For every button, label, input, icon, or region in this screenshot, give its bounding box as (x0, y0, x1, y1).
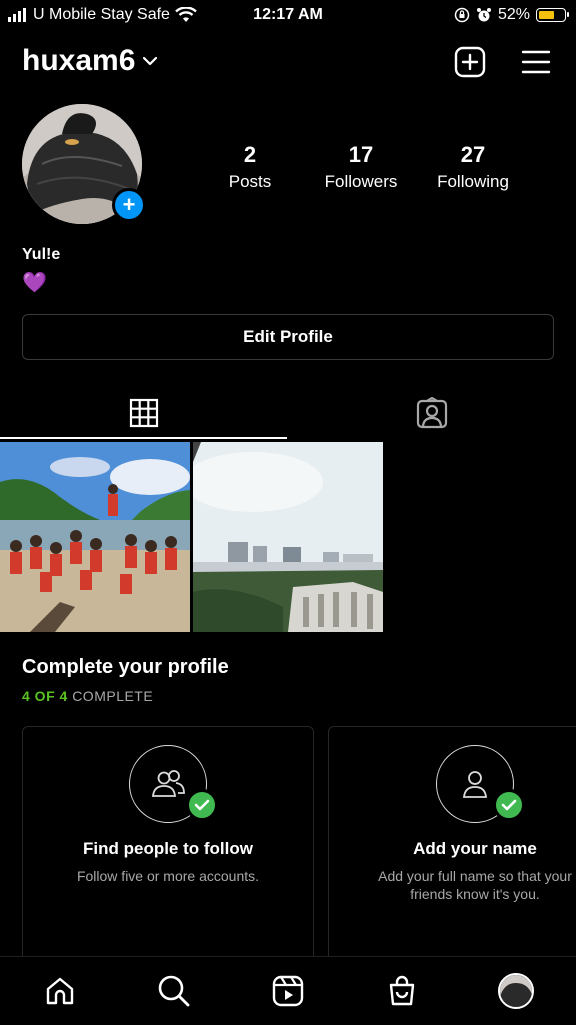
tab-tagged[interactable] (288, 388, 576, 438)
new-post-icon (454, 46, 486, 78)
people-icon (152, 770, 185, 797)
nav-reels[interactable] (264, 967, 312, 1015)
status-bar: U Mobile Stay Safe 12:17 AM 52% (0, 0, 576, 32)
edit-profile-button[interactable]: Edit Profile (22, 314, 554, 360)
stat-posts-value: 2 (243, 142, 257, 167)
profile-avatar-small (498, 973, 534, 1009)
new-post-button[interactable] (452, 44, 488, 80)
bio-heart-emoji: 💜 (22, 272, 47, 294)
checkmark-icon (493, 789, 525, 821)
nav-profile[interactable] (492, 967, 540, 1015)
tab-posts-grid[interactable] (0, 388, 288, 438)
grid-icon (129, 398, 159, 428)
alarm-icon (476, 8, 491, 22)
chevron-down-icon (143, 56, 158, 66)
stat-following-value: 27 (460, 142, 486, 167)
post-thumbnail[interactable] (193, 442, 383, 632)
display-name: Yul!e (22, 246, 61, 263)
orientation-lock-icon (454, 7, 470, 23)
stat-following[interactable]: 27 Following (413, 142, 533, 192)
card-add-name[interactable]: Add your name Add your full name so that… (328, 726, 576, 966)
progress-suffix: COMPLETE (72, 688, 154, 704)
card-description: Add your full name so that your friends … (378, 868, 572, 902)
battery-icon (536, 8, 569, 22)
menu-button[interactable] (518, 44, 554, 80)
username-switcher[interactable]: huxam6 (22, 44, 159, 78)
menu-icon (521, 50, 551, 74)
post-thumbnail[interactable] (0, 442, 190, 632)
person-icon (463, 771, 487, 798)
card-title: Add your name (413, 839, 537, 858)
battery-percent: 52% (497, 6, 530, 23)
nav-home[interactable] (36, 967, 84, 1015)
stat-followers-label: Followers (324, 172, 398, 191)
add-story-button[interactable]: + (112, 188, 146, 222)
card-description: Follow five or more accounts. (76, 868, 260, 884)
post-photo-group-lake (0, 442, 190, 632)
active-tab-indicator (0, 437, 287, 439)
home-icon (46, 977, 74, 1005)
reels-icon (272, 975, 304, 1007)
complete-profile-progress: 4 OF 4 COMPLETE (22, 688, 153, 704)
stat-posts-label: Posts (228, 172, 272, 191)
stat-following-label: Following (437, 172, 509, 191)
card-title: Find people to follow (83, 839, 253, 858)
search-icon (158, 975, 190, 1007)
stat-followers[interactable]: 17 Followers (301, 142, 421, 192)
stat-followers-value: 17 (348, 142, 374, 167)
checkmark-icon (186, 789, 218, 821)
status-right-group: 52% (454, 6, 569, 24)
nav-shop[interactable] (378, 967, 426, 1015)
bottom-navigation (0, 956, 576, 1025)
complete-profile-title: Complete your profile (22, 656, 229, 678)
post-photo-city-view (193, 442, 383, 632)
progress-count: 4 OF 4 (22, 688, 68, 704)
add-story-plus: + (122, 192, 136, 217)
stat-posts[interactable]: 2 Posts (190, 142, 310, 192)
nav-search[interactable] (150, 967, 198, 1015)
tagged-icon (416, 397, 448, 429)
username: huxam6 (22, 44, 136, 77)
card-find-people[interactable]: Find people to follow Follow five or mor… (22, 726, 314, 966)
shop-icon (389, 975, 415, 1006)
